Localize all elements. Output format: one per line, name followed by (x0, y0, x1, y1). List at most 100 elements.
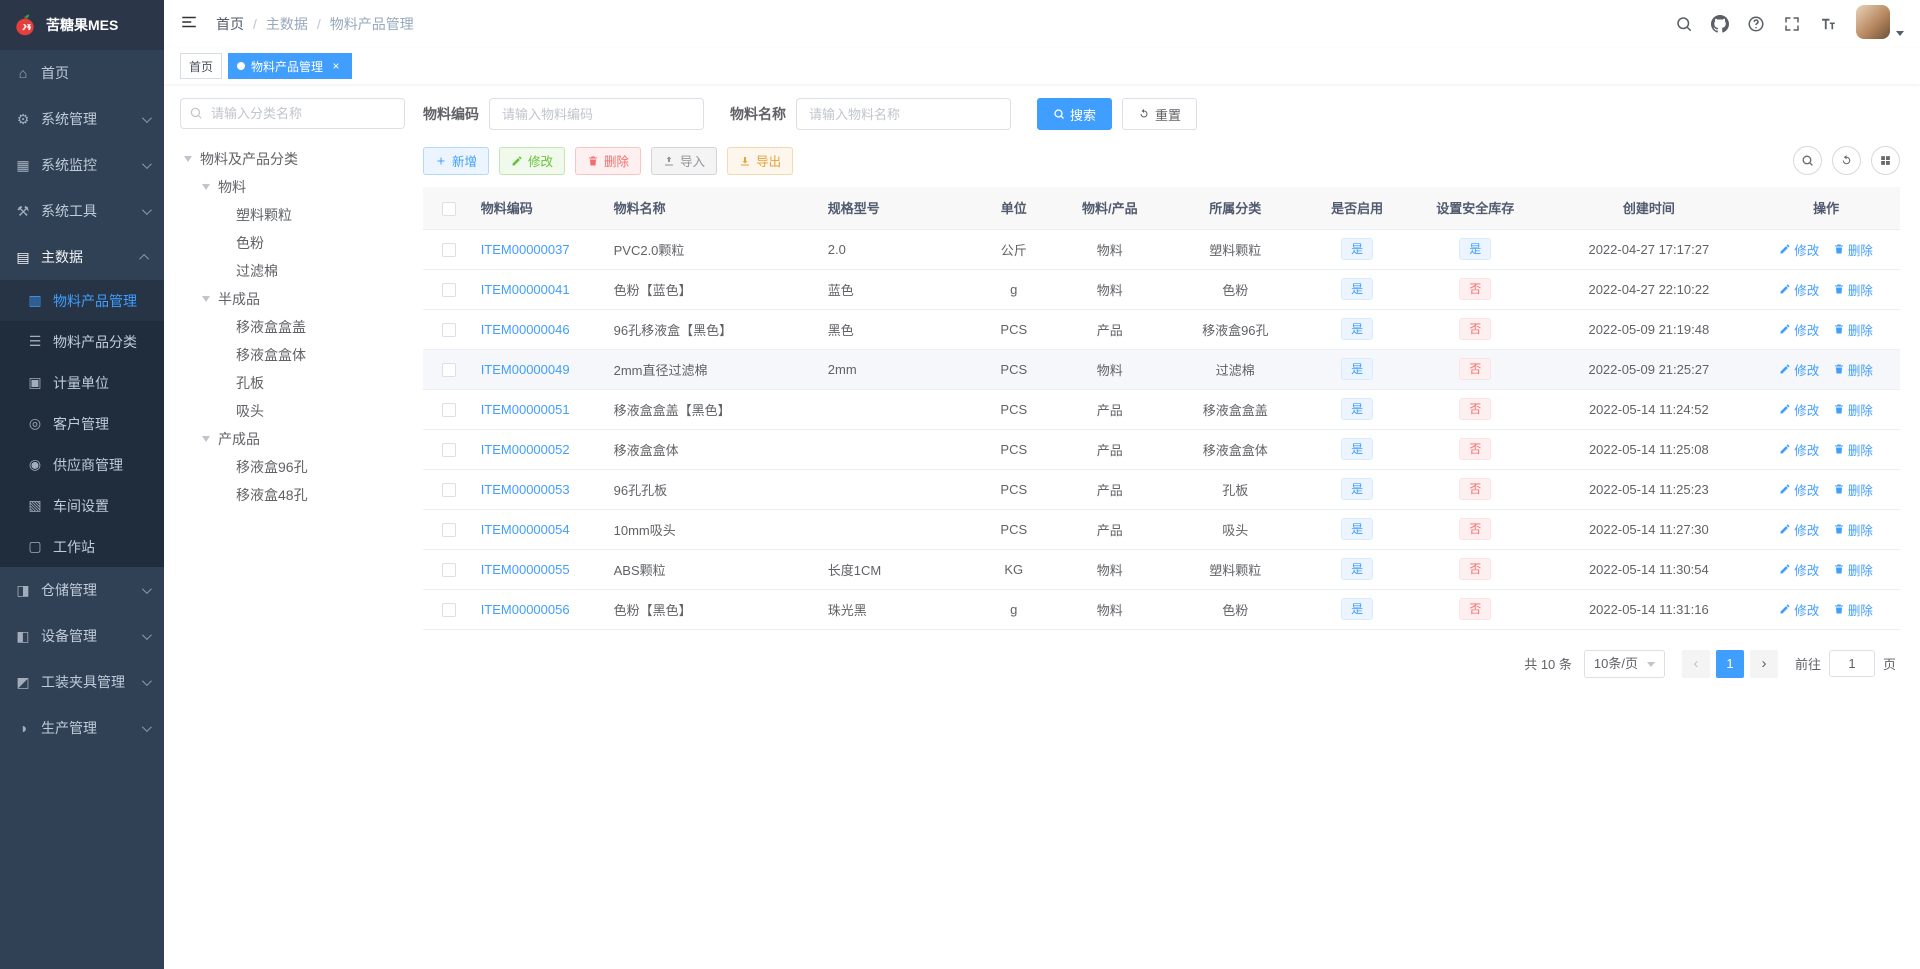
tree-node[interactable]: 塑料颗粒 (180, 201, 405, 229)
select-all-checkbox[interactable] (441, 201, 456, 216)
page-size-select[interactable]: 10条/页 (1583, 649, 1665, 678)
sidebar-item[interactable]: ▤ 主数据 (0, 234, 164, 280)
row-delete-link[interactable]: 删除 (1833, 520, 1873, 539)
export-button[interactable]: 导出 (727, 146, 794, 175)
search-button[interactable]: 搜索 (1037, 98, 1113, 130)
sidebar-subitem[interactable]: ◎ 客户管理 (0, 403, 164, 444)
sidebar-item[interactable]: ⚒ 系统工具 (0, 188, 164, 234)
tree-node[interactable]: 孔板 (180, 369, 405, 397)
next-page-button[interactable]: › (1749, 649, 1778, 678)
user-menu[interactable] (1856, 5, 1904, 43)
material-code-link[interactable]: ITEM00000041 (481, 282, 570, 297)
row-delete-link[interactable]: 删除 (1833, 600, 1873, 619)
close-tab-icon[interactable]: × (329, 59, 343, 73)
row-checkbox[interactable] (441, 242, 456, 257)
toggle-search-icon-button[interactable] (1793, 146, 1822, 175)
material-name-input[interactable] (796, 98, 1011, 130)
row-edit-link[interactable]: 修改 (1779, 280, 1819, 299)
row-checkbox[interactable] (441, 562, 456, 577)
tree-caret-icon[interactable] (184, 156, 200, 162)
tree-caret-icon[interactable] (202, 296, 218, 302)
row-checkbox[interactable] (441, 402, 456, 417)
tree-node[interactable]: 物料及产品分类 (180, 145, 405, 173)
tree-node[interactable]: 物料 (180, 173, 405, 201)
search-icon[interactable] (1666, 0, 1702, 48)
row-delete-link[interactable]: 删除 (1833, 280, 1873, 299)
row-edit-link[interactable]: 修改 (1779, 520, 1819, 539)
row-edit-link[interactable]: 修改 (1779, 440, 1819, 459)
goto-page-input[interactable] (1828, 650, 1875, 677)
row-delete-link[interactable]: 删除 (1833, 320, 1873, 339)
tree-node[interactable]: 移液盒盒体 (180, 341, 405, 369)
material-code-link[interactable]: ITEM00000046 (481, 322, 570, 337)
sidebar-item[interactable]: ◑ 生产管理 (0, 705, 164, 751)
material-code-link[interactable]: ITEM00000049 (481, 362, 570, 377)
current-page-button[interactable]: 1 (1715, 649, 1744, 678)
tree-node[interactable]: 过滤棉 (180, 257, 405, 285)
row-edit-link[interactable]: 修改 (1779, 360, 1819, 379)
row-checkbox[interactable] (441, 282, 456, 297)
row-edit-link[interactable]: 修改 (1779, 240, 1819, 259)
sidebar-subitem[interactable]: ▣ 计量单位 (0, 362, 164, 403)
sidebar-item[interactable]: ◧ 设备管理 (0, 613, 164, 659)
sidebar-item[interactable]: ⌂ 首页 (0, 50, 164, 96)
add-button[interactable]: 新增 (423, 146, 490, 175)
sidebar-item[interactable]: ◨ 仓储管理 (0, 567, 164, 613)
row-edit-link[interactable]: 修改 (1779, 600, 1819, 619)
column-settings-icon-button[interactable] (1871, 146, 1900, 175)
row-edit-link[interactable]: 修改 (1779, 320, 1819, 339)
material-code-link[interactable]: ITEM00000051 (481, 402, 570, 417)
row-checkbox[interactable] (441, 362, 456, 377)
row-delete-link[interactable]: 删除 (1833, 440, 1873, 459)
github-icon[interactable] (1702, 0, 1738, 48)
tree-caret-icon[interactable] (202, 184, 218, 190)
tree-node[interactable]: 吸头 (180, 397, 405, 425)
row-checkbox[interactable] (441, 482, 456, 497)
row-checkbox[interactable] (441, 322, 456, 337)
delete-button[interactable]: 删除 (575, 146, 642, 175)
tree-node[interactable]: 半成品 (180, 285, 405, 313)
tree-node[interactable]: 色粉 (180, 229, 405, 257)
row-delete-link[interactable]: 删除 (1833, 240, 1873, 259)
material-code-link[interactable]: ITEM00000055 (481, 562, 570, 577)
material-code-link[interactable]: ITEM00000056 (481, 602, 570, 617)
breadcrumb-home[interactable]: 首页 (216, 14, 244, 34)
tab-material-product-management[interactable]: 物料产品管理 × (228, 53, 353, 79)
row-edit-link[interactable]: 修改 (1779, 480, 1819, 499)
row-edit-link[interactable]: 修改 (1779, 400, 1819, 419)
tree-caret-icon[interactable] (202, 436, 218, 442)
help-icon[interactable] (1738, 0, 1774, 48)
material-code-link[interactable]: ITEM00000054 (481, 522, 570, 537)
breadcrumb-master-data[interactable]: 主数据 (266, 14, 308, 34)
row-edit-link[interactable]: 修改 (1779, 560, 1819, 579)
sidebar-subitem[interactable]: ▧ 车间设置 (0, 485, 164, 526)
category-search-input[interactable] (180, 98, 405, 129)
import-button[interactable]: 导入 (651, 146, 718, 175)
app-logo[interactable]: 苦糖果MES (0, 0, 164, 50)
edit-button[interactable]: 修改 (499, 146, 566, 175)
material-code-link[interactable]: ITEM00000053 (481, 482, 570, 497)
tree-node[interactable]: 移液盒48孔 (180, 481, 405, 509)
sidebar-subitem[interactable]: ▥ 物料产品管理 (0, 280, 164, 321)
user-avatar[interactable] (1856, 5, 1890, 39)
tree-node[interactable]: 移液盒盒盖 (180, 313, 405, 341)
row-delete-link[interactable]: 删除 (1833, 560, 1873, 579)
sidebar-subitem[interactable]: ☰ 物料产品分类 (0, 321, 164, 362)
tab-home[interactable]: 首页 (180, 53, 223, 79)
row-delete-link[interactable]: 删除 (1833, 480, 1873, 499)
row-checkbox[interactable] (441, 522, 456, 537)
sidebar-item[interactable]: ◩ 工装夹具管理 (0, 659, 164, 705)
sidebar-item[interactable]: ⚙ 系统管理 (0, 96, 164, 142)
sidebar-subitem[interactable]: ◉ 供应商管理 (0, 444, 164, 485)
row-delete-link[interactable]: 删除 (1833, 400, 1873, 419)
fullscreen-icon[interactable] (1774, 0, 1810, 48)
hamburger-icon[interactable] (180, 13, 202, 35)
material-code-link[interactable]: ITEM00000037 (481, 242, 570, 257)
refresh-icon-button[interactable] (1832, 146, 1861, 175)
font-size-icon[interactable] (1810, 0, 1846, 48)
material-code-input[interactable] (489, 98, 704, 130)
row-checkbox[interactable] (441, 442, 456, 457)
reset-button[interactable]: 重置 (1122, 98, 1198, 130)
material-code-link[interactable]: ITEM00000052 (481, 442, 570, 457)
sidebar-subitem[interactable]: ▢ 工作站 (0, 526, 164, 567)
